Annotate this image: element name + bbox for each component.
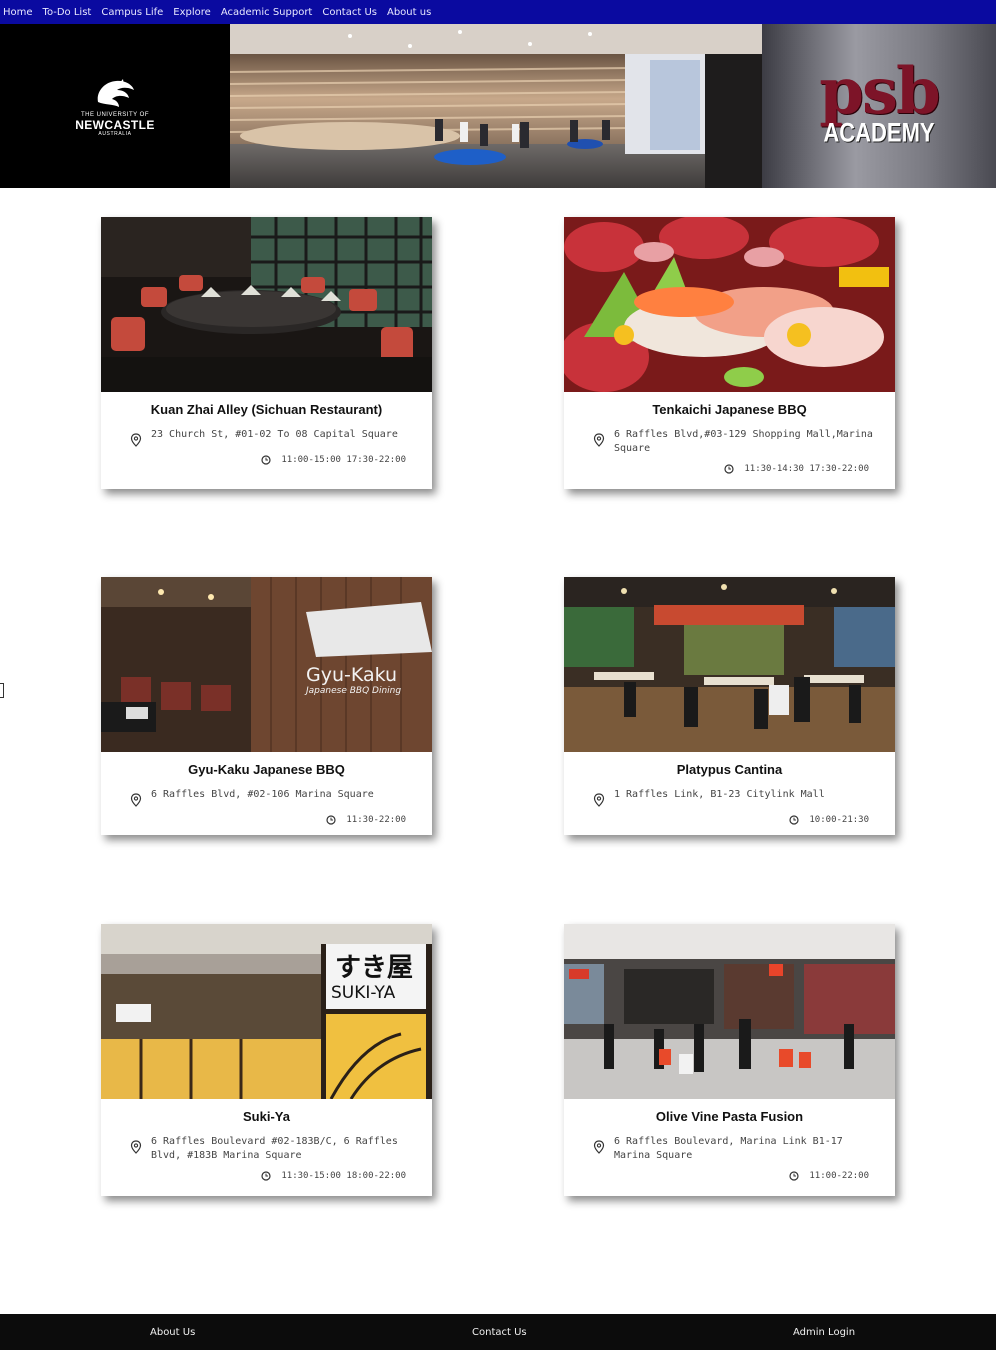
address-row: 23 Church St, #01-02 To 08 Capital Squar… — [117, 428, 416, 447]
hours-row: 11:00-15:00 17:30-22:00 — [117, 455, 416, 465]
restaurant-name: Platypus Cantina — [676, 762, 783, 777]
nav-about-us[interactable]: About us — [387, 7, 431, 18]
location-pin-icon — [593, 793, 605, 807]
clock-icon — [789, 1171, 799, 1181]
restaurant-address: 6 Raffles Blvd, #02-106 Marina Square — [151, 789, 374, 800]
restaurant-card[interactable]: Platypus Cantina 1 Raffles Link, B1-23 C… — [564, 577, 895, 835]
restaurant-hours: 11:00-15:00 17:30-22:00 — [281, 455, 406, 465]
hours-row: 11:00-22:00 — [580, 1171, 879, 1181]
clock-icon — [261, 1171, 271, 1181]
restaurant-card[interactable]: Kuan Zhai Alley (Sichuan Restaurant) 23 … — [101, 217, 432, 489]
restaurant-photo-tenkaichi — [564, 217, 895, 392]
clock-icon — [326, 815, 336, 825]
location-pin-icon — [130, 1140, 142, 1154]
nav-campus-life[interactable]: Campus Life — [101, 7, 163, 18]
address-row: 6 Raffles Blvd,#03-129 Shopping Mall,Mar… — [580, 428, 879, 456]
suki-ya-sign: SUKI-YA — [331, 983, 396, 1003]
restaurant-hours: 11:30-22:00 — [346, 815, 406, 825]
restaurant-address: 6 Raffles Boulevard #02-183B/C, 6 Raffle… — [151, 1136, 398, 1161]
restaurant-hours: 11:30-15:00 18:00-22:00 — [281, 1171, 406, 1181]
clock-icon — [724, 464, 734, 474]
nav-explore[interactable]: Explore — [173, 7, 211, 18]
uni-name: NEWCASTLE — [75, 117, 155, 132]
restaurant-photo-platypus — [564, 577, 895, 752]
nav-academic-support[interactable]: Academic Support — [221, 7, 313, 18]
gyu-kaku-sign: Gyu-Kaku — [306, 664, 397, 686]
footer-admin-login[interactable]: Admin Login — [793, 1327, 855, 1338]
restaurant-card[interactable]: Tenkaichi Japanese BBQ 6 Raffles Blvd,#0… — [564, 217, 895, 489]
gyu-kaku-sign-sub: Japanese BBQ Dining — [304, 686, 401, 696]
location-pin-icon — [593, 1140, 605, 1154]
address-row: 6 Raffles Boulevard #02-183B/C, 6 Raffle… — [117, 1135, 416, 1163]
nav-todo-list[interactable]: To-Do List — [43, 7, 92, 18]
restaurant-photo-kuan-zhai — [101, 217, 432, 392]
restaurant-address: 6 Raffles Boulevard, Marina Link B1-17 M… — [614, 1136, 843, 1161]
restaurant-address: 1 Raffles Link, B1-23 Citylink Mall — [614, 789, 825, 800]
location-pin-icon — [593, 433, 605, 447]
restaurant-address: 6 Raffles Blvd,#03-129 Shopping Mall,Mar… — [614, 429, 873, 454]
restaurant-name: Olive Vine Pasta Fusion — [655, 1109, 804, 1124]
address-row: 1 Raffles Link, B1-23 Citylink Mall — [580, 788, 879, 807]
restaurant-card[interactable]: すき屋 SUKI-YA Suki-Ya 6 Raffles Boulevard … — [101, 924, 432, 1196]
psb-logo-text: psb — [819, 54, 941, 129]
restaurant-photo-olive-vine — [564, 924, 895, 1099]
address-row: 6 Raffles Boulevard, Marina Link B1-17 M… — [580, 1135, 879, 1163]
footer: About Us Contact Us Admin Login — [0, 1314, 996, 1350]
footer-contact-us[interactable]: Contact Us — [472, 1327, 527, 1338]
location-pin-icon — [130, 433, 142, 447]
restaurant-name: Kuan Zhai Alley (Sichuan Restaurant) — [150, 402, 383, 417]
restaurant-hours: 11:30-14:30 17:30-22:00 — [744, 464, 869, 474]
restaurant-card[interactable]: Gyu-Kaku Japanese BBQ Dining Gyu-Kaku Ja… — [101, 577, 432, 835]
restaurant-hours: 10:00-21:30 — [809, 815, 869, 825]
newcastle-logo: THE UNIVERSITY OF NEWCASTLE AUSTRALIA — [0, 24, 230, 188]
restaurant-name: Gyu-Kaku Japanese BBQ — [188, 762, 345, 777]
top-nav: Home To-Do List Campus Life Explore Acad… — [0, 0, 996, 24]
psb-academy-logo: psb ACADEMY — [762, 24, 996, 188]
seahorse-crest-icon — [97, 78, 134, 107]
restaurant-name: Suki-Ya — [243, 1109, 290, 1124]
side-tab-handle[interactable] — [0, 683, 4, 698]
nav-home[interactable]: Home — [3, 7, 33, 18]
restaurant-photo-suki-ya: すき屋 SUKI-YA — [101, 924, 432, 1099]
footer-about-us[interactable]: About Us — [150, 1327, 195, 1338]
hours-row: 11:30-14:30 17:30-22:00 — [580, 464, 879, 474]
hours-row: 11:30-15:00 18:00-22:00 — [117, 1171, 416, 1181]
uni-line3: AUSTRALIA — [98, 130, 132, 137]
campus-lounge-photo — [230, 24, 762, 188]
clock-icon — [261, 455, 271, 465]
location-pin-icon — [130, 793, 142, 807]
restaurant-photo-gyu-kaku: Gyu-Kaku Japanese BBQ Dining — [101, 577, 432, 752]
psb-academy-text: ACADEMY — [823, 117, 935, 148]
restaurant-address: 23 Church St, #01-02 To 08 Capital Squar… — [151, 429, 398, 440]
clock-icon — [789, 815, 799, 825]
hours-row: 11:30-22:00 — [117, 815, 416, 825]
header-banner: THE UNIVERSITY OF NEWCASTLE AUSTRALIA ps… — [0, 24, 996, 188]
hours-row: 10:00-21:30 — [580, 815, 879, 825]
restaurant-hours: 11:00-22:00 — [809, 1171, 869, 1181]
restaurant-card[interactable]: Olive Vine Pasta Fusion 6 Raffles Boulev… — [564, 924, 895, 1196]
suki-ya-sign-jp: すき屋 — [335, 953, 413, 983]
address-row: 6 Raffles Blvd, #02-106 Marina Square — [117, 788, 416, 807]
restaurant-name: Tenkaichi Japanese BBQ — [652, 402, 807, 417]
nav-contact-us[interactable]: Contact Us — [322, 7, 377, 18]
